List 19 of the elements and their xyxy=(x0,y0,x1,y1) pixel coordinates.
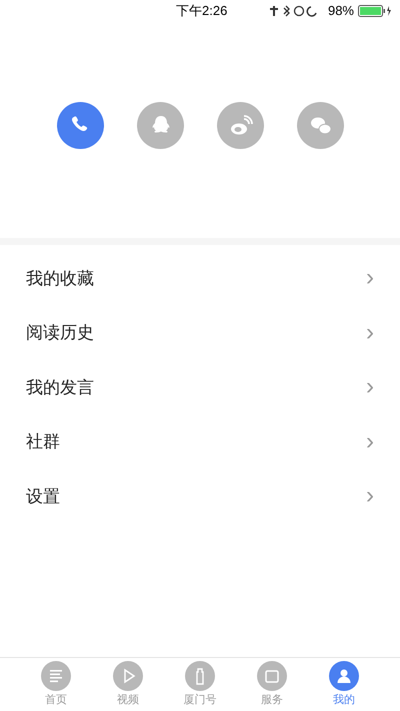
chevron-icon: › xyxy=(366,266,374,290)
me-tab-icon xyxy=(329,660,359,691)
menu-item[interactable]: 社群 › xyxy=(0,414,400,469)
battery-icon xyxy=(358,5,392,17)
tower-tab-icon xyxy=(185,660,215,691)
chevron-icon: › xyxy=(366,375,374,400)
chevron-icon: › xyxy=(366,320,374,345)
chevron-icon: › xyxy=(366,430,374,454)
chevron-icon: › xyxy=(366,484,374,508)
service-tab-icon xyxy=(257,660,287,691)
status-time: 下午2:26 xyxy=(176,2,228,20)
menu-item[interactable]: 我的发言 › xyxy=(0,360,400,414)
menu-item[interactable]: 我的收藏 › xyxy=(0,251,400,306)
menu-item[interactable]: 阅读历史 › xyxy=(0,306,400,360)
tab[interactable]: 我的 xyxy=(308,658,380,711)
home-tab-icon xyxy=(41,660,71,691)
video-tab-icon xyxy=(113,660,143,691)
battery-percent: 98% xyxy=(328,2,354,20)
menu-item[interactable]: 设置 › xyxy=(0,469,400,524)
